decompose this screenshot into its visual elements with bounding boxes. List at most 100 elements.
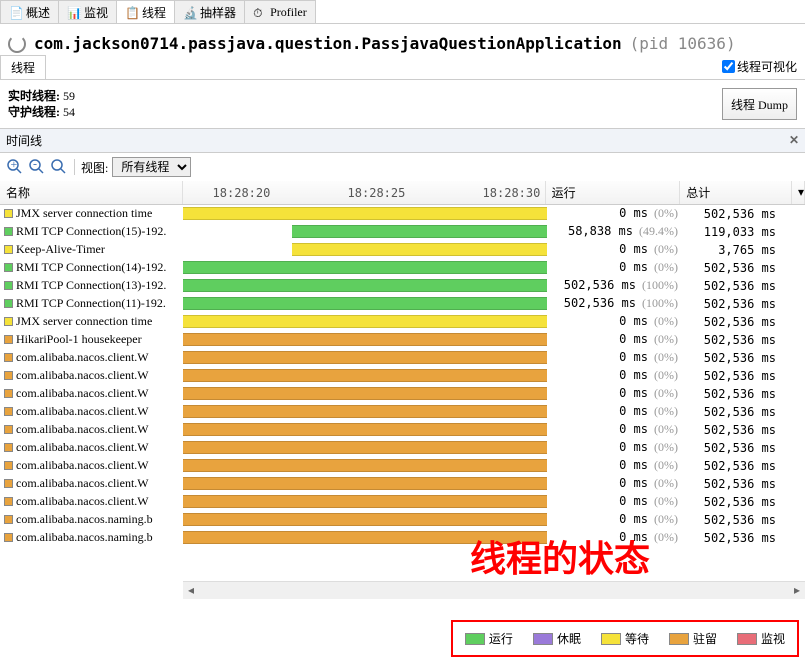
timeline-cell bbox=[183, 493, 547, 510]
total-cell: 502,536 ms bbox=[682, 513, 794, 527]
legend-swatch bbox=[601, 633, 621, 645]
table-row[interactable]: RMI TCP Connection(15)-192.58,838 ms(49.… bbox=[0, 223, 805, 241]
table-header: 名称 18:28:20 18:28:25 18:28:30 运行 总计 ▾ bbox=[0, 181, 805, 205]
state-icon bbox=[4, 335, 13, 344]
table-row[interactable]: RMI TCP Connection(11)-192.502,536 ms(10… bbox=[0, 295, 805, 313]
table-row[interactable]: com.alibaba.nacos.client.W0 ms(0%)502,53… bbox=[0, 493, 805, 511]
col-timeline[interactable]: 18:28:20 18:28:25 18:28:30 bbox=[183, 181, 546, 204]
view-label: 视图: bbox=[81, 159, 108, 176]
run-cell: 0 ms(0%) bbox=[547, 440, 682, 455]
legend-item: 驻留 bbox=[669, 630, 717, 647]
timeline-cell bbox=[183, 331, 547, 348]
run-cell: 0 ms(0%) bbox=[547, 368, 682, 383]
legend-swatch bbox=[737, 633, 757, 645]
scroll-left-icon[interactable]: ◂ bbox=[183, 583, 199, 598]
viz-checkbox-label: 线程可视化 bbox=[737, 58, 797, 75]
legend-item: 运行 bbox=[465, 630, 513, 647]
table-row[interactable]: RMI TCP Connection(14)-192.0 ms(0%)502,5… bbox=[0, 259, 805, 277]
col-run[interactable]: 运行 bbox=[546, 181, 681, 204]
state-icon bbox=[4, 299, 13, 308]
legend-swatch bbox=[465, 633, 485, 645]
tab-2[interactable]: 📋线程 bbox=[116, 0, 175, 23]
thread-name: com.alibaba.nacos.client.W bbox=[0, 494, 183, 509]
table-row[interactable]: com.alibaba.nacos.client.W0 ms(0%)502,53… bbox=[0, 439, 805, 457]
table-row[interactable]: HikariPool-1 housekeeper0 ms(0%)502,536 … bbox=[0, 331, 805, 349]
tab-threads[interactable]: 线程 bbox=[0, 55, 46, 79]
run-cell: 58,838 ms(49.4%) bbox=[547, 224, 682, 239]
top-tabs: 📄概述📊监视📋线程🔬抽样器⏱Profiler bbox=[0, 0, 805, 24]
table-row[interactable]: com.alibaba.nacos.client.W0 ms(0%)502,53… bbox=[0, 475, 805, 493]
h-scrollbar[interactable]: ◂ ▸ bbox=[183, 581, 805, 599]
thread-bar bbox=[183, 405, 547, 418]
table-row[interactable]: com.alibaba.nacos.client.W0 ms(0%)502,53… bbox=[0, 349, 805, 367]
table-row[interactable]: RMI TCP Connection(13)-192.502,536 ms(10… bbox=[0, 277, 805, 295]
total-cell: 502,536 ms bbox=[682, 495, 794, 509]
run-cell: 0 ms(0%) bbox=[547, 422, 682, 437]
table-row[interactable]: com.alibaba.nacos.client.W0 ms(0%)502,53… bbox=[0, 403, 805, 421]
timeline-cell bbox=[183, 349, 547, 366]
viz-checkbox[interactable] bbox=[722, 60, 735, 73]
state-icon bbox=[4, 407, 13, 416]
total-cell: 502,536 ms bbox=[682, 351, 794, 365]
view-select[interactable]: 所有线程 bbox=[112, 157, 191, 177]
zoom-out-icon[interactable]: - bbox=[28, 158, 46, 176]
timeline-cell bbox=[183, 421, 547, 438]
state-icon bbox=[4, 353, 13, 362]
state-icon bbox=[4, 461, 13, 470]
table-row[interactable]: com.alibaba.nacos.client.W0 ms(0%)502,53… bbox=[0, 457, 805, 475]
thread-name: com.alibaba.nacos.client.W bbox=[0, 476, 183, 491]
zoom-fit-icon[interactable] bbox=[50, 158, 68, 176]
total-cell: 502,536 ms bbox=[682, 531, 794, 545]
total-cell: 119,033 ms bbox=[682, 225, 794, 239]
timeline-cell bbox=[183, 241, 547, 258]
table-row[interactable]: com.alibaba.nacos.naming.b0 ms(0%)502,53… bbox=[0, 529, 805, 547]
table-row[interactable]: JMX server connection time0 ms(0%)502,53… bbox=[0, 313, 805, 331]
total-cell: 502,536 ms bbox=[682, 207, 794, 221]
table-row[interactable]: Keep-Alive-Timer0 ms(0%)3,765 ms bbox=[0, 241, 805, 259]
thread-name: com.alibaba.nacos.client.W bbox=[0, 386, 183, 401]
total-cell: 502,536 ms bbox=[682, 333, 794, 347]
tab-4[interactable]: ⏱Profiler bbox=[244, 0, 316, 23]
tab-1[interactable]: 📊监视 bbox=[58, 0, 117, 23]
table-row[interactable]: com.alibaba.nacos.naming.b0 ms(0%)502,53… bbox=[0, 511, 805, 529]
legend-swatch bbox=[533, 633, 553, 645]
refresh-icon[interactable] bbox=[8, 35, 26, 53]
col-name[interactable]: 名称 bbox=[0, 181, 183, 204]
thread-bar bbox=[183, 207, 547, 220]
thread-bar bbox=[183, 459, 547, 472]
state-icon bbox=[4, 425, 13, 434]
thread-dump-button[interactable]: 线程 Dump bbox=[722, 88, 797, 120]
col-total[interactable]: 总计 bbox=[680, 181, 792, 204]
tab-icon: 📊 bbox=[67, 6, 81, 20]
col-menu-icon[interactable]: ▾ bbox=[792, 181, 805, 204]
thread-bar bbox=[183, 315, 547, 328]
thread-name: com.alibaba.nacos.client.W bbox=[0, 458, 183, 473]
viz-checkbox-wrap[interactable]: 线程可视化 bbox=[722, 58, 797, 79]
thread-bar bbox=[183, 423, 547, 436]
close-icon[interactable]: ✕ bbox=[789, 133, 799, 148]
timeline-cell bbox=[183, 259, 547, 276]
table-row[interactable]: com.alibaba.nacos.client.W0 ms(0%)502,53… bbox=[0, 421, 805, 439]
timeline-cell bbox=[183, 439, 547, 456]
tab-0[interactable]: 📄概述 bbox=[0, 0, 59, 23]
thread-bar bbox=[183, 369, 547, 382]
run-cell: 502,536 ms(100%) bbox=[547, 296, 682, 311]
app-title: com.jackson0714.passjava.question.Passja… bbox=[34, 34, 622, 53]
scroll-right-icon[interactable]: ▸ bbox=[789, 583, 805, 598]
run-cell: 0 ms(0%) bbox=[547, 350, 682, 365]
thread-bar bbox=[292, 243, 547, 256]
table-row[interactable]: JMX server connection time0 ms(0%)502,53… bbox=[0, 205, 805, 223]
timeline-cell bbox=[183, 403, 547, 420]
timeline-label: 时间线 bbox=[6, 132, 42, 149]
run-cell: 0 ms(0%) bbox=[547, 458, 682, 473]
tab-3[interactable]: 🔬抽样器 bbox=[174, 0, 245, 23]
timeline-cell bbox=[183, 277, 547, 294]
table-row[interactable]: com.alibaba.nacos.client.W0 ms(0%)502,53… bbox=[0, 385, 805, 403]
thread-bar bbox=[183, 351, 547, 364]
thread-bar bbox=[183, 513, 547, 526]
stats-row: 实时线程: 59 守护线程: 54 线程 Dump bbox=[0, 80, 805, 128]
zoom-in-icon[interactable]: + bbox=[6, 158, 24, 176]
total-cell: 502,536 ms bbox=[682, 297, 794, 311]
table-row[interactable]: com.alibaba.nacos.client.W0 ms(0%)502,53… bbox=[0, 367, 805, 385]
thread-bar bbox=[183, 333, 547, 346]
